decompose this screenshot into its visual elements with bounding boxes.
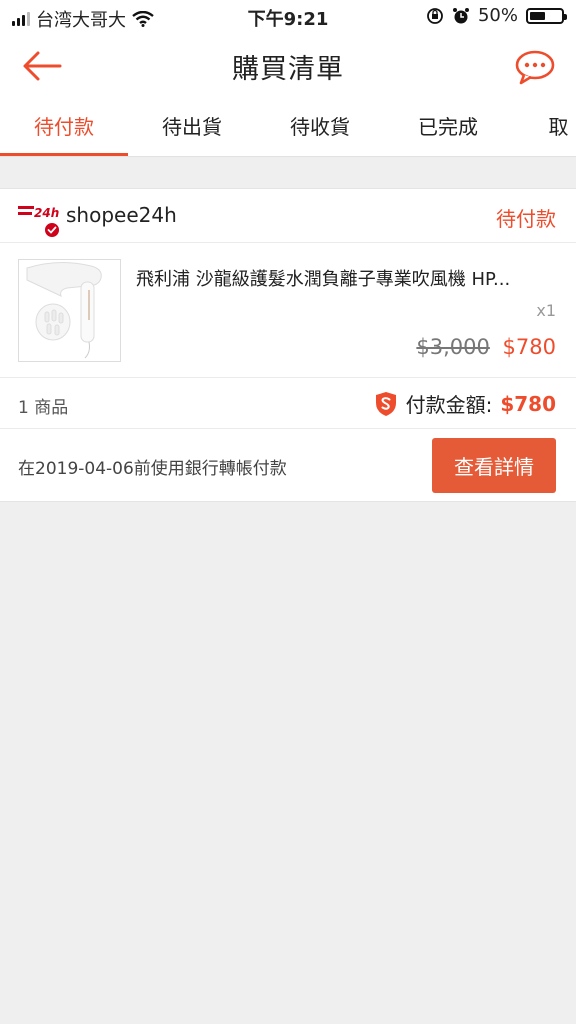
alarm-icon xyxy=(452,7,469,23)
page-title: 購買清單 xyxy=(232,54,344,85)
shop-logo-text: 24h xyxy=(34,206,59,220)
order-summary: 1 商品 付款金額: $780 xyxy=(0,378,576,429)
status-bar: 台湾大哥大 下午9:21 50% xyxy=(0,0,576,34)
product-quantity: x1 xyxy=(536,301,556,320)
battery-icon xyxy=(526,7,567,24)
tab-completed[interactable]: 已完成 xyxy=(384,98,512,156)
tab-to-receive[interactable]: 待收貨 xyxy=(256,98,384,156)
order-card[interactable]: 24h shopee24h 待付款 飛利浦 沙龍級護髮水潤負離子專業吹風機 HP… xyxy=(0,188,576,502)
order-status-tabs: 待付款 待出貨 待收貨 已完成 取消 xyxy=(0,98,576,157)
total-amount: $780 xyxy=(500,391,556,416)
payment-deadline-note: 在2019-04-06前使用銀行轉帳付款 xyxy=(18,459,287,479)
shop-header[interactable]: 24h shopee24h 待付款 xyxy=(0,189,576,243)
tab-to-ship[interactable]: 待出貨 xyxy=(128,98,256,156)
payment-row: 在2019-04-06前使用銀行轉帳付款 查看詳情 xyxy=(0,429,576,501)
order-total: 付款金額: $780 xyxy=(374,389,556,418)
shield-icon xyxy=(375,391,396,416)
battery-level xyxy=(530,11,545,20)
battery-percent: 50% xyxy=(477,5,518,26)
verified-badge-icon xyxy=(43,221,61,239)
status-bar-right: 50% xyxy=(426,5,567,26)
product-thumbnail xyxy=(18,259,121,362)
shop-name[interactable]: shopee24h xyxy=(66,203,177,227)
item-count: 1 商品 xyxy=(18,398,69,418)
original-price: $3,000 xyxy=(416,335,490,359)
chat-icon[interactable] xyxy=(514,48,556,86)
view-details-button[interactable]: 查看詳情 xyxy=(432,438,556,493)
hair-dryer-image xyxy=(26,261,102,359)
navigation-bar: 購買清單 xyxy=(0,34,576,98)
total-label: 付款金額: xyxy=(405,393,493,417)
rotation-lock-icon xyxy=(427,7,443,24)
sale-price: $780 xyxy=(502,335,556,359)
product-name[interactable]: 飛利浦 沙龍級護髮水潤負離子專業吹風機 HP... xyxy=(136,265,556,291)
tab-cancelled[interactable]: 取消 xyxy=(512,98,576,156)
order-status-label: 待付款 xyxy=(496,207,556,231)
product-prices: $3,000 $780 xyxy=(416,335,556,359)
product-item[interactable]: 飛利浦 沙龍級護髮水潤負離子專業吹風機 HP... x1 $3,000 $780 xyxy=(0,243,576,378)
tab-pending-payment[interactable]: 待付款 xyxy=(0,98,128,156)
